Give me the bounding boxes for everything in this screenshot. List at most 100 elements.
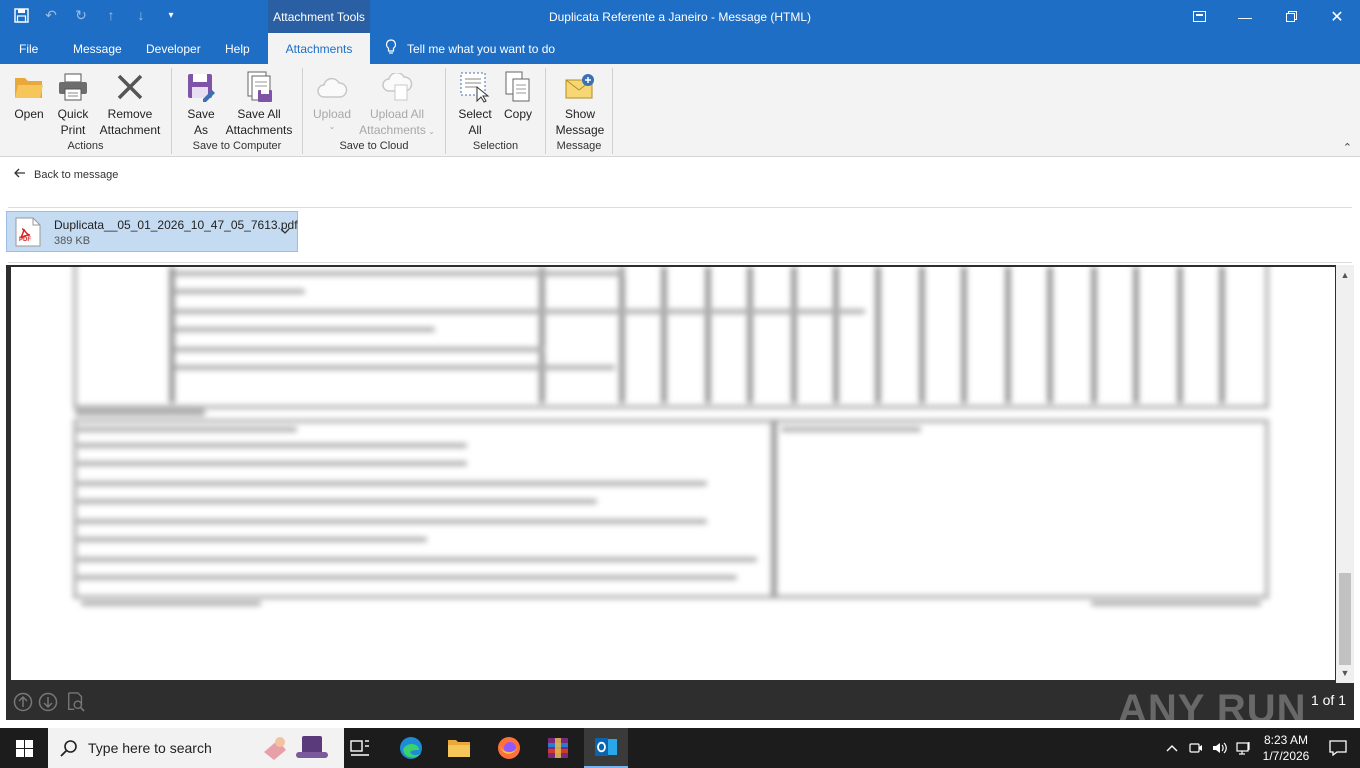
upload-all-label-2: Attachments: [359, 123, 426, 137]
clock-date: 1/7/2026: [1262, 749, 1310, 763]
group-label-selection: Selection: [472, 140, 519, 152]
divider: [8, 262, 1352, 263]
save-icon[interactable]: [12, 6, 30, 24]
undo-icon[interactable]: ↶: [42, 6, 60, 24]
chevron-up-icon[interactable]: [1160, 744, 1184, 752]
find-document-icon[interactable]: [66, 692, 86, 712]
taskbar-clock[interactable]: 8:23 AM 1/7/2026: [1256, 732, 1316, 764]
save-as-label-1: Save: [187, 107, 215, 121]
group-label-save-to-computer: Save to Computer: [192, 140, 282, 152]
save-as-label-2: As: [193, 123, 208, 137]
upload-button[interactable]: Upload ⌄: [311, 70, 353, 132]
save-all-label-2: Attachments: [225, 123, 293, 137]
minimize-button[interactable]: —: [1222, 0, 1268, 33]
open-button[interactable]: Open: [8, 70, 50, 122]
quick-print-label-1: Quick: [57, 107, 89, 121]
group-label-save-to-cloud: Save to Cloud: [339, 140, 409, 152]
remove-label-2: Attachment: [99, 123, 161, 137]
winrar-icon[interactable]: [536, 728, 580, 768]
notification-center-icon[interactable]: [1316, 740, 1360, 756]
outlook-icon[interactable]: [584, 728, 628, 768]
copy-label: Copy: [503, 107, 532, 121]
save-all-attachments-icon: [243, 70, 275, 104]
scroll-down-icon[interactable]: ▼: [1336, 665, 1354, 681]
task-view-icon[interactable]: [338, 728, 382, 768]
scrollbar-thumb[interactable]: [1339, 573, 1351, 665]
attachment-size: 389 KB: [54, 235, 91, 247]
network-icon[interactable]: [1232, 741, 1256, 755]
cloud-documents-icon: [381, 70, 413, 104]
maximize-button[interactable]: [1268, 0, 1314, 33]
tab-message[interactable]: Message: [73, 33, 122, 64]
select-all-button[interactable]: Select All: [454, 70, 496, 138]
clock-time: 8:23 AM: [1263, 733, 1309, 747]
window-controls: — ✕: [1176, 0, 1360, 33]
volume-icon[interactable]: [1208, 741, 1232, 755]
select-all-label-1: Select: [458, 107, 492, 121]
lightbulb-icon: [385, 39, 397, 58]
quick-access-toolbar: ↶ ↻ ↑ ↓ ▾: [12, 6, 180, 24]
select-all-label-2: All: [468, 123, 482, 137]
ribbon-group-message: Show Message Message: [546, 68, 613, 154]
next-page-icon[interactable]: [38, 692, 58, 712]
pdf-badge: PDF: [19, 237, 31, 243]
copy-button[interactable]: Copy: [498, 70, 538, 122]
upload-dropdown-icon: ⌄: [328, 122, 336, 131]
search-highlight-illustration-icon: [264, 736, 328, 760]
preview-page[interactable]: [11, 267, 1335, 680]
tab-file[interactable]: File: [19, 33, 38, 64]
tab-attachments[interactable]: Attachments: [268, 33, 370, 64]
attachment-filename: Duplicata__05_01_2026_10_47_05_7613.pdf: [54, 218, 298, 232]
previous-page-icon[interactable]: [13, 692, 33, 712]
arrow-down-icon[interactable]: ↓: [132, 6, 150, 24]
quick-print-label-2: Print: [60, 123, 86, 137]
firefox-icon[interactable]: [487, 728, 531, 768]
cloud-icon: [316, 70, 348, 104]
save-as-button[interactable]: Save As: [182, 70, 220, 138]
select-all-icon: [459, 70, 491, 104]
folder-open-icon: [13, 70, 45, 104]
remove-attachment-button[interactable]: Remove Attachment: [96, 70, 164, 138]
ribbon-display-options-icon[interactable]: [1176, 0, 1222, 33]
tab-developer[interactable]: Developer: [146, 33, 201, 64]
back-to-message-link[interactable]: Back to message: [14, 168, 118, 181]
group-label-message: Message: [556, 140, 602, 152]
upload-all-label-1: Upload All: [369, 107, 425, 121]
upload-all-attachments-button[interactable]: Upload All Attachments ⌄: [355, 70, 439, 140]
start-button[interactable]: [0, 728, 48, 768]
blurred-document-content: [11, 267, 1335, 680]
search-placeholder: Type here to search: [88, 740, 212, 756]
scroll-up-icon[interactable]: ▲: [1336, 267, 1354, 283]
window-title: Duplicata Referente a Janeiro - Message …: [548, 10, 812, 24]
meet-now-icon[interactable]: [1184, 741, 1208, 755]
pdf-file-icon: PDF: [15, 217, 41, 247]
page-indicator: 1 of 1: [1310, 692, 1346, 708]
customize-toolbar-icon[interactable]: ▾: [162, 6, 180, 24]
attachment-item[interactable]: PDF Duplicata__05_01_2026_10_47_05_7613.…: [6, 211, 298, 252]
chevron-down-icon[interactable]: [280, 225, 290, 237]
remove-x-icon: [114, 70, 146, 104]
upload-label: Upload: [312, 107, 352, 121]
envelope-icon: [564, 70, 596, 104]
taskbar-search-box[interactable]: Type here to search: [48, 728, 344, 768]
open-label: Open: [14, 107, 44, 121]
edge-browser-icon[interactable]: [389, 728, 433, 768]
close-button[interactable]: ✕: [1314, 0, 1360, 33]
show-message-button[interactable]: Show Message: [552, 70, 608, 138]
back-to-message-label: Back to message: [34, 168, 119, 181]
tell-me-box[interactable]: Tell me what you want to do: [385, 33, 555, 64]
redo-icon[interactable]: ↻: [72, 6, 90, 24]
remove-label-1: Remove: [107, 107, 153, 121]
preview-vertical-scrollbar[interactable]: ▲ ▼: [1336, 265, 1354, 683]
tab-help[interactable]: Help: [225, 33, 250, 64]
context-tab-header: Attachment Tools: [268, 0, 370, 33]
quick-print-button[interactable]: Quick Print: [52, 70, 94, 138]
upload-all-dropdown-icon: ⌄: [425, 127, 435, 136]
save-all-attachments-button[interactable]: Save All Attachments: [222, 70, 296, 138]
taskbar: Type here to search 8:23 AM 1/7/2026: [0, 728, 1360, 768]
file-explorer-icon[interactable]: [437, 728, 481, 768]
collapse-ribbon-icon[interactable]: ⌃: [1343, 141, 1352, 154]
ribbon-group-actions: Open Quick Print Remove Attachment Actio…: [0, 68, 172, 154]
show-message-label-1: Show: [564, 107, 596, 121]
arrow-up-icon[interactable]: ↑: [102, 6, 120, 24]
